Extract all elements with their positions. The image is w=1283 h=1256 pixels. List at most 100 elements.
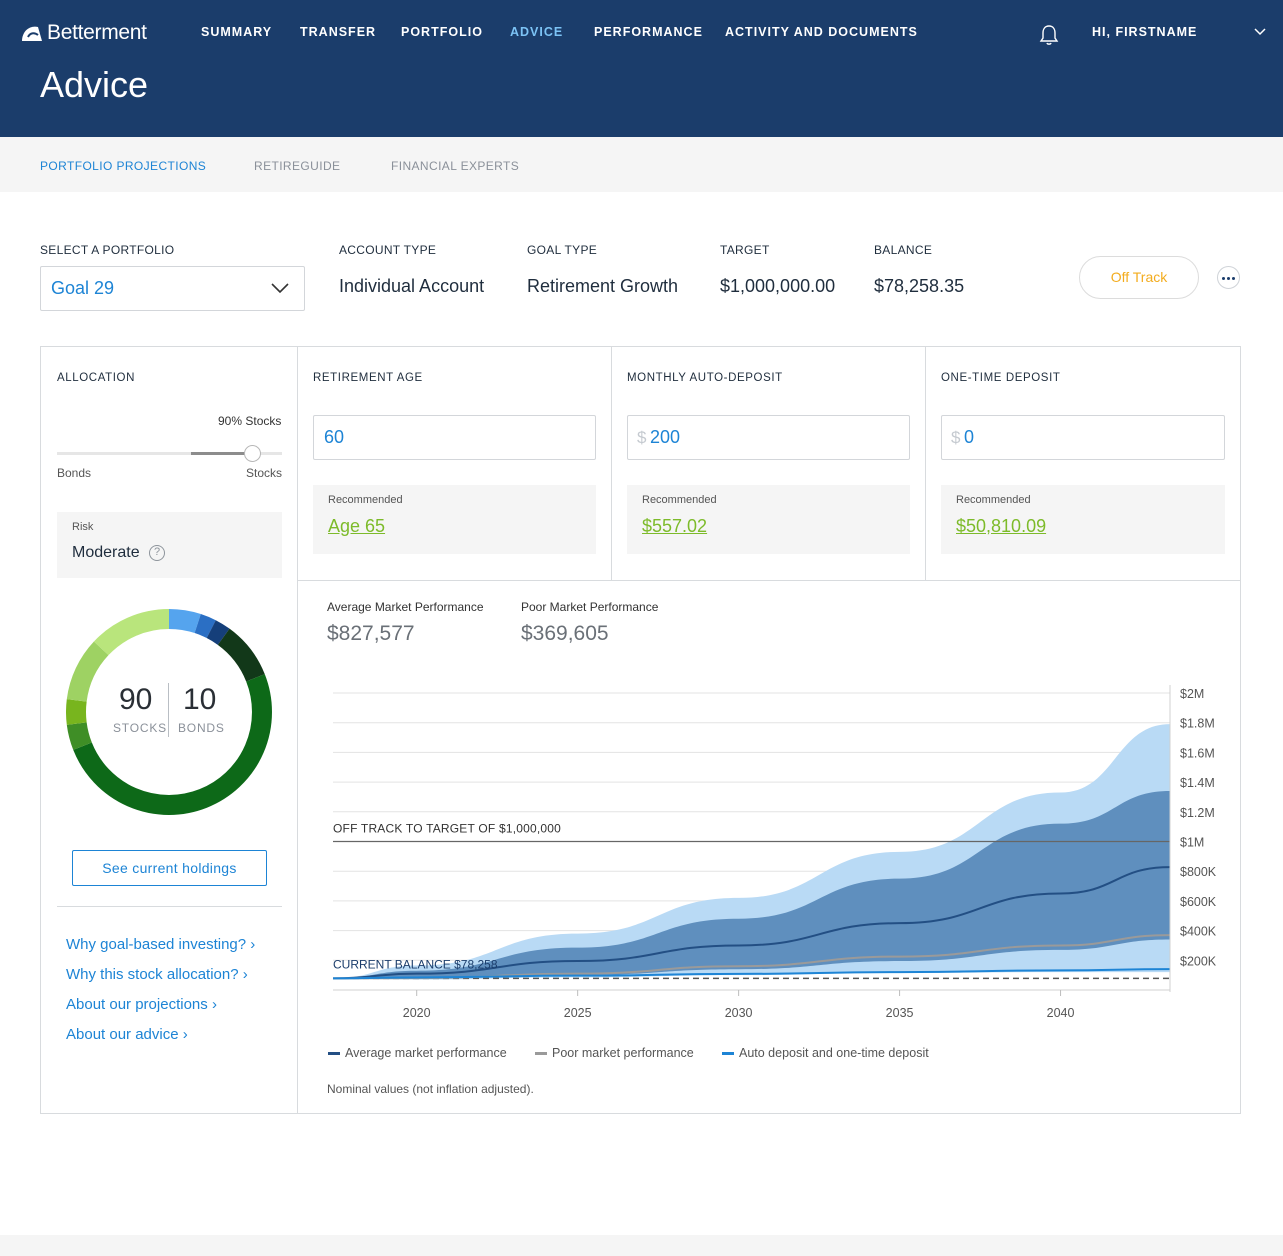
legend-swatch: [722, 1051, 734, 1055]
retirement-age-value: 60: [324, 427, 345, 447]
monthly-auto-deposit-field[interactable]: $ 200: [627, 415, 910, 460]
bonds-percent-number: 10: [183, 683, 217, 716]
monthly-auto-deposit-label: MONTHLY AUTO-DEPOSIT: [627, 372, 783, 384]
top-header: Betterment SUMMARY TRANSFER PORTFOLIO AD…: [0, 0, 1283, 137]
balance-value: $78,258.35: [874, 276, 965, 296]
slider-bonds-label: Bonds: [57, 466, 92, 480]
link-label: About our projections: [66, 996, 208, 1013]
risk-value: Moderate: [72, 544, 140, 561]
slider-stocks-label: Stocks: [246, 466, 283, 480]
bell-icon[interactable]: [1038, 23, 1060, 47]
donut-segment: [217, 628, 265, 682]
donut-segment: [206, 620, 230, 645]
link-about-our-advice[interactable]: About our advice ›: [66, 1026, 188, 1043]
risk-label: Risk: [72, 521, 94, 533]
divider: [57, 906, 282, 907]
nav-activity-documents[interactable]: ACTIVITY AND DOCUMENTS: [725, 25, 918, 39]
y-tick-label: $2M: [1180, 687, 1204, 701]
user-menu[interactable]: HI, FIRSTNAME: [1092, 25, 1197, 39]
betterment-logo[interactable]: Betterment: [20, 19, 147, 47]
allocation-slider-handle[interactable]: [244, 445, 261, 462]
nav-portfolio[interactable]: PORTFOLIO: [401, 25, 483, 39]
retirement-age-field[interactable]: 60: [313, 415, 596, 460]
link-about-our-projections[interactable]: About our projections ›: [66, 996, 217, 1013]
stocks-caption: STOCKS: [113, 721, 167, 735]
allocation-label: ALLOCATION: [57, 372, 135, 384]
legend-poor: Poor market performance: [535, 1046, 694, 1060]
recommended-one-time-box: Recommended $50,810.09: [941, 485, 1225, 554]
bonds-caption: BONDS: [178, 721, 225, 735]
retirement-age-label: RETIREMENT AGE: [313, 372, 423, 384]
sub-nav: PORTFOLIO PROJECTIONS RETIREGUIDE FINANC…: [0, 137, 1283, 192]
chart-footnote: Nominal values (not inflation adjusted).: [327, 1082, 534, 1096]
y-tick-label: $800K: [1180, 865, 1217, 879]
donut-segment: [73, 674, 272, 815]
one-time-deposit-field[interactable]: $ 0: [941, 415, 1225, 460]
target-label: TARGET: [720, 243, 770, 257]
balance-label: BALANCE: [874, 243, 933, 257]
y-tick-label: $200K: [1180, 954, 1217, 968]
x-tick-label: 2035: [886, 1006, 914, 1020]
chevron-right-icon: ›: [182, 1026, 188, 1043]
one-time-deposit-value: 0: [964, 427, 975, 447]
account-type-value: Individual Account: [339, 276, 485, 296]
chevron-right-icon: ›: [250, 936, 256, 953]
page-title: Advice: [40, 64, 149, 105]
nav-performance[interactable]: PERFORMANCE: [594, 25, 703, 39]
currency-prefix: $: [951, 428, 961, 447]
recommended-monthly-box: Recommended $557.02: [627, 485, 910, 554]
recommended-one-time-link[interactable]: $50,810.09: [956, 516, 1046, 537]
recommended-label: Recommended: [642, 494, 717, 506]
tab-financial-experts[interactable]: FINANCIAL EXPERTS: [391, 159, 519, 173]
nav-transfer[interactable]: TRANSFER: [300, 25, 376, 39]
y-tick-label: $1.8M: [1180, 717, 1215, 731]
chevron-down-icon: [271, 283, 289, 294]
divider: [611, 347, 612, 580]
x-tick-label: 2030: [725, 1006, 753, 1020]
x-tick-label: 2040: [1047, 1006, 1075, 1020]
link-why-goal-based-investing[interactable]: Why goal-based investing? ›: [66, 936, 255, 953]
footer-band: [0, 1235, 1283, 1256]
legend-deposit: Auto deposit and one-time deposit: [722, 1046, 929, 1060]
recommended-monthly-link[interactable]: $557.02: [642, 516, 707, 537]
link-why-this-stock-allocation[interactable]: Why this stock allocation? ›: [66, 966, 248, 983]
brand-name: Betterment: [47, 21, 147, 44]
nav-advice[interactable]: ADVICE: [510, 25, 563, 39]
y-tick-label: $600K: [1180, 895, 1217, 909]
poor-performance-value: $369,605: [521, 622, 609, 645]
legend-label: Auto deposit and one-time deposit: [739, 1046, 929, 1060]
help-icon[interactable]: ?: [149, 545, 165, 561]
poor-performance-label: Poor Market Performance: [521, 600, 659, 614]
donut-segment: [66, 699, 87, 725]
y-tick-label: $400K: [1180, 925, 1217, 939]
portfolio-select-value: Goal 29: [51, 278, 115, 298]
recommended-label: Recommended: [956, 494, 1031, 506]
donut-segment: [93, 609, 170, 656]
status-badge[interactable]: Off Track: [1079, 256, 1199, 299]
tab-retireguide[interactable]: RETIREGUIDE: [254, 159, 340, 173]
portfolio-select[interactable]: Goal 29: [40, 266, 305, 311]
legend-swatch: [328, 1051, 340, 1055]
chevron-right-icon: ›: [242, 966, 248, 983]
logo-icon: [22, 26, 42, 41]
monthly-auto-deposit-value: 200: [650, 427, 681, 447]
donut-segment: [168, 609, 201, 634]
donut-segment: [66, 641, 109, 702]
link-label: Why this stock allocation?: [66, 966, 239, 983]
x-tick-label: 2020: [403, 1006, 431, 1020]
chevron-down-icon[interactable]: [1253, 27, 1267, 37]
recommended-age-link[interactable]: Age 65: [328, 516, 385, 537]
recommended-label: Recommended: [328, 494, 403, 506]
more-options-icon[interactable]: [1217, 266, 1240, 289]
projection-chart: $200K $400K $600K $800K $1M $1.2M $1.4M $1.6M $1…: [332, 685, 1217, 1020]
target-value: $1,000,000.00: [720, 276, 836, 296]
y-tick-label: $1M: [1180, 836, 1204, 850]
goal-type-label: GOAL TYPE: [527, 243, 598, 257]
see-current-holdings-button[interactable]: See current holdings: [72, 850, 267, 886]
tab-portfolio-projections[interactable]: PORTFOLIO PROJECTIONS: [40, 159, 206, 173]
average-performance-label: Average Market Performance: [327, 600, 484, 614]
goal-type-value: Retirement Growth: [527, 276, 679, 296]
current-balance-label: CURRENT BALANCE $78,258: [333, 957, 498, 971]
x-tick-label: 2025: [564, 1006, 592, 1020]
nav-summary[interactable]: SUMMARY: [201, 25, 272, 39]
